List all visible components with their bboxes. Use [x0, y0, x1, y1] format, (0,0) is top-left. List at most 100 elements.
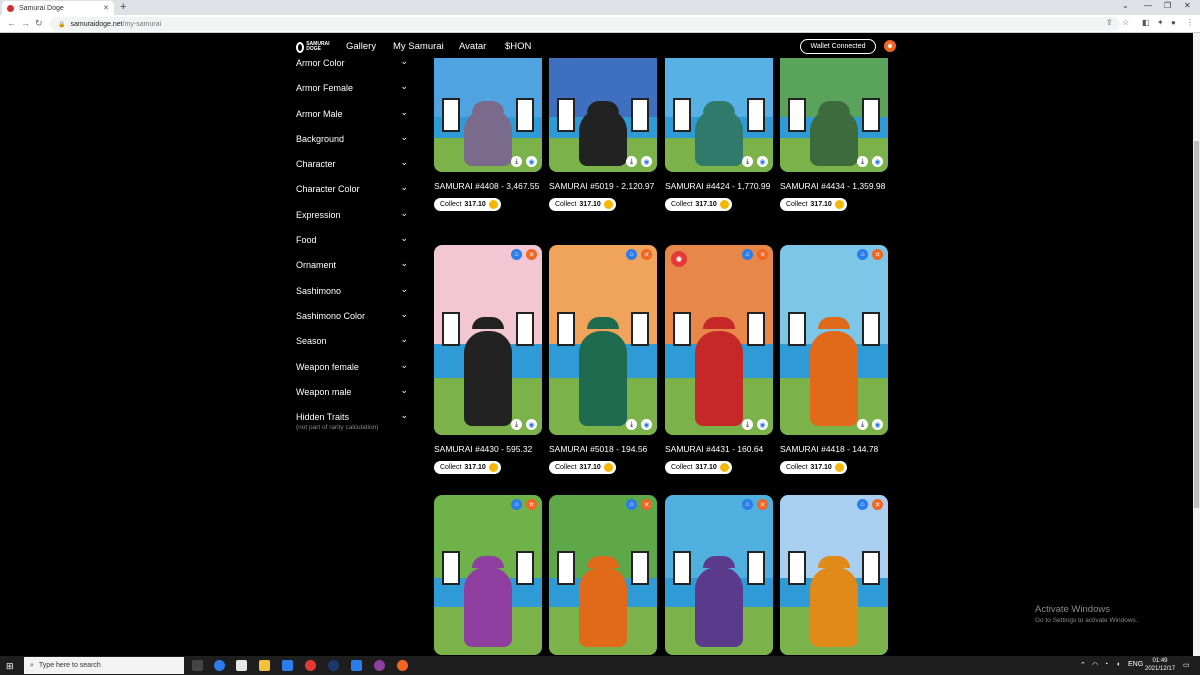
notifications-icon[interactable]: ▭: [1183, 661, 1190, 669]
download-icon[interactable]: ⤓: [857, 419, 868, 430]
filter-weapon-male[interactable]: Weapon male ⌄: [296, 385, 410, 412]
browser-tab[interactable]: Samurai Doge ✕: [2, 1, 114, 15]
minimize-icon[interactable]: —: [1144, 1, 1152, 10]
address-bar[interactable]: 🔒 samuraidoge.net/my-samurai: [50, 17, 1120, 31]
restore-icon[interactable]: ❐: [1164, 1, 1171, 10]
collect-button[interactable]: Collect 317.10: [549, 461, 616, 474]
opensea-icon[interactable]: ◉: [872, 419, 883, 430]
samurai-card[interactable]: ⌂ ✕ ⤓ ◉ SAMURAI #4430 - 595.32 Collect 317.10: [434, 245, 542, 474]
close-icon[interactable]: ✕: [872, 499, 883, 510]
samurai-artwork[interactable]: ⌂ ✕: [780, 495, 888, 655]
forward-icon[interactable]: →: [21, 18, 30, 28]
samurai-artwork[interactable]: ⤓ ◉: [549, 58, 657, 172]
close-icon[interactable]: ✕: [526, 499, 537, 510]
app-icon[interactable]: [351, 660, 362, 671]
filter-food[interactable]: Food ⌄: [296, 233, 410, 260]
home-icon[interactable]: ⌂: [511, 249, 522, 260]
close-icon[interactable]: ✕: [641, 499, 652, 510]
wallet-connected-button[interactable]: Wallet Connected: [800, 39, 876, 54]
close-icon[interactable]: ✕: [757, 249, 768, 260]
opensea-icon[interactable]: ◉: [757, 419, 768, 430]
filter-sashimono-color[interactable]: Sashimono Color ⌄: [296, 309, 410, 336]
mail-icon[interactable]: [282, 660, 293, 671]
opensea-icon[interactable]: ◉: [757, 156, 768, 167]
filter-character-color[interactable]: Character Color ⌄: [296, 182, 410, 209]
window-close-icon[interactable]: ✕: [1184, 1, 1191, 10]
collect-button[interactable]: Collect 317.10: [434, 198, 501, 211]
home-icon[interactable]: ⌂: [857, 499, 868, 510]
samurai-card[interactable]: ⤓ ◉ SAMURAI #4434 - 1,359.98 Collect 317.10: [780, 58, 888, 211]
edge-browser-icon[interactable]: [214, 660, 225, 671]
filter-season[interactable]: Season ⌄: [296, 334, 410, 361]
language-indicator[interactable]: ENG: [1128, 661, 1143, 668]
share-icon[interactable]: ⇪: [1106, 18, 1113, 27]
samurai-card[interactable]: ⌂ ✕ ⤓ ◉ SAMURAI #5018 - 194.56 Collect 317.10: [549, 245, 657, 474]
filter-armor-male[interactable]: Armor Male ⌄: [296, 107, 410, 134]
home-icon[interactable]: ⌂: [626, 249, 637, 260]
bookmark-star-icon[interactable]: ☆: [1122, 18, 1129, 27]
back-icon[interactable]: ←: [7, 18, 16, 28]
chrome-icon[interactable]: [305, 660, 316, 671]
opensea-icon[interactable]: ◉: [641, 156, 652, 167]
home-icon[interactable]: ⌂: [626, 499, 637, 510]
filter-character[interactable]: Character ⌄: [296, 157, 410, 184]
samurai-artwork[interactable]: ⤓ ◉: [434, 58, 542, 172]
filter-expression[interactable]: Expression ⌄: [296, 208, 410, 235]
extension-icon[interactable]: ◧: [1142, 18, 1150, 27]
nav-gallery[interactable]: Gallery: [346, 41, 376, 52]
profile-icon[interactable]: ●: [1171, 18, 1176, 27]
samurai-artwork[interactable]: ⌂ ✕ ⤓ ◉: [434, 245, 542, 435]
reload-icon[interactable]: ↻: [35, 18, 43, 29]
opensea-icon[interactable]: ◉: [526, 156, 537, 167]
download-icon[interactable]: ⤓: [742, 156, 753, 167]
close-icon[interactable]: ✕: [641, 249, 652, 260]
samurai-doge-logo[interactable]: SAMURAI DOGE: [296, 40, 330, 54]
taskbar-search[interactable]: ⌕ Type here to search: [24, 657, 184, 674]
collect-button[interactable]: Collect 317.10: [665, 198, 732, 211]
close-icon[interactable]: ✕: [757, 499, 768, 510]
samurai-artwork[interactable]: ⌂ ✕: [434, 495, 542, 655]
samurai-artwork[interactable]: ⌂ ✕: [665, 495, 773, 655]
volume-icon[interactable]: ◖: [1116, 661, 1120, 668]
scrollbar-thumb[interactable]: [1194, 141, 1199, 508]
samurai-card[interactable]: ⤓ ◉ SAMURAI #4408 - 3,467.55 Collect 317.10: [434, 58, 542, 211]
file-explorer-icon[interactable]: [259, 660, 270, 671]
taskbar-clock[interactable]: 01:49 2021/12/17: [1145, 657, 1175, 673]
nav-avatar[interactable]: Avatar: [459, 41, 486, 52]
tray-expand-icon[interactable]: ⌃: [1080, 661, 1086, 669]
windows-start-icon[interactable]: ⊞: [6, 661, 14, 672]
samurai-card[interactable]: ⌂ ✕ ⤓ ◉ SAMURAI #4418 - 144.78 Collect 317.10: [780, 245, 888, 474]
close-icon[interactable]: ✕: [872, 249, 883, 260]
puzzle-icon[interactable]: ✦: [1157, 18, 1164, 27]
firefox-icon[interactable]: [397, 660, 408, 671]
collect-button[interactable]: Collect 317.10: [780, 198, 847, 211]
samurai-card[interactable]: ⌂ ✕: [780, 495, 888, 655]
download-icon[interactable]: ⤓: [857, 156, 868, 167]
store-icon[interactable]: [236, 660, 247, 671]
menu-kebab-icon[interactable]: ⋮: [1186, 18, 1194, 27]
download-icon[interactable]: ⤓: [511, 419, 522, 430]
download-icon[interactable]: ⤓: [626, 156, 637, 167]
page-scrollbar[interactable]: [1193, 33, 1200, 656]
close-icon[interactable]: ✕: [526, 249, 537, 260]
nav-my-samurai[interactable]: My Samurai: [393, 41, 444, 52]
collect-button[interactable]: Collect 317.10: [780, 461, 847, 474]
home-icon[interactable]: ⌂: [742, 499, 753, 510]
samurai-card[interactable]: ⌂ ✕: [549, 495, 657, 655]
filter-ornament[interactable]: Ornament ⌄: [296, 258, 410, 285]
tab-close-icon[interactable]: ✕: [103, 4, 109, 12]
user-avatar-icon[interactable]: ☻: [884, 40, 896, 52]
home-icon[interactable]: ⌂: [511, 499, 522, 510]
samurai-card[interactable]: ⌂ ✕: [434, 495, 542, 655]
steam-icon[interactable]: [328, 660, 339, 671]
samurai-artwork[interactable]: ⤓ ◉: [665, 58, 773, 172]
samurai-artwork[interactable]: ⌂ ✕ ⤓ ◉: [549, 245, 657, 435]
collect-button[interactable]: Collect 317.10: [549, 198, 616, 211]
opensea-icon[interactable]: ◉: [872, 156, 883, 167]
samurai-card[interactable]: ⤓ ◉ SAMURAI #5019 - 2,120.97 Collect 317.10: [549, 58, 657, 211]
filter-hidden-traits[interactable]: Hidden Traits ⌄: [296, 410, 410, 437]
samurai-card[interactable]: ⌂ ✕: [665, 495, 773, 655]
nav-hon[interactable]: $HON: [505, 41, 531, 52]
samurai-card[interactable]: ⤓ ◉ SAMURAI #4424 - 1,770.99 Collect 317.10: [665, 58, 773, 211]
filter-armor-female[interactable]: Armor Female ⌄: [296, 81, 410, 108]
